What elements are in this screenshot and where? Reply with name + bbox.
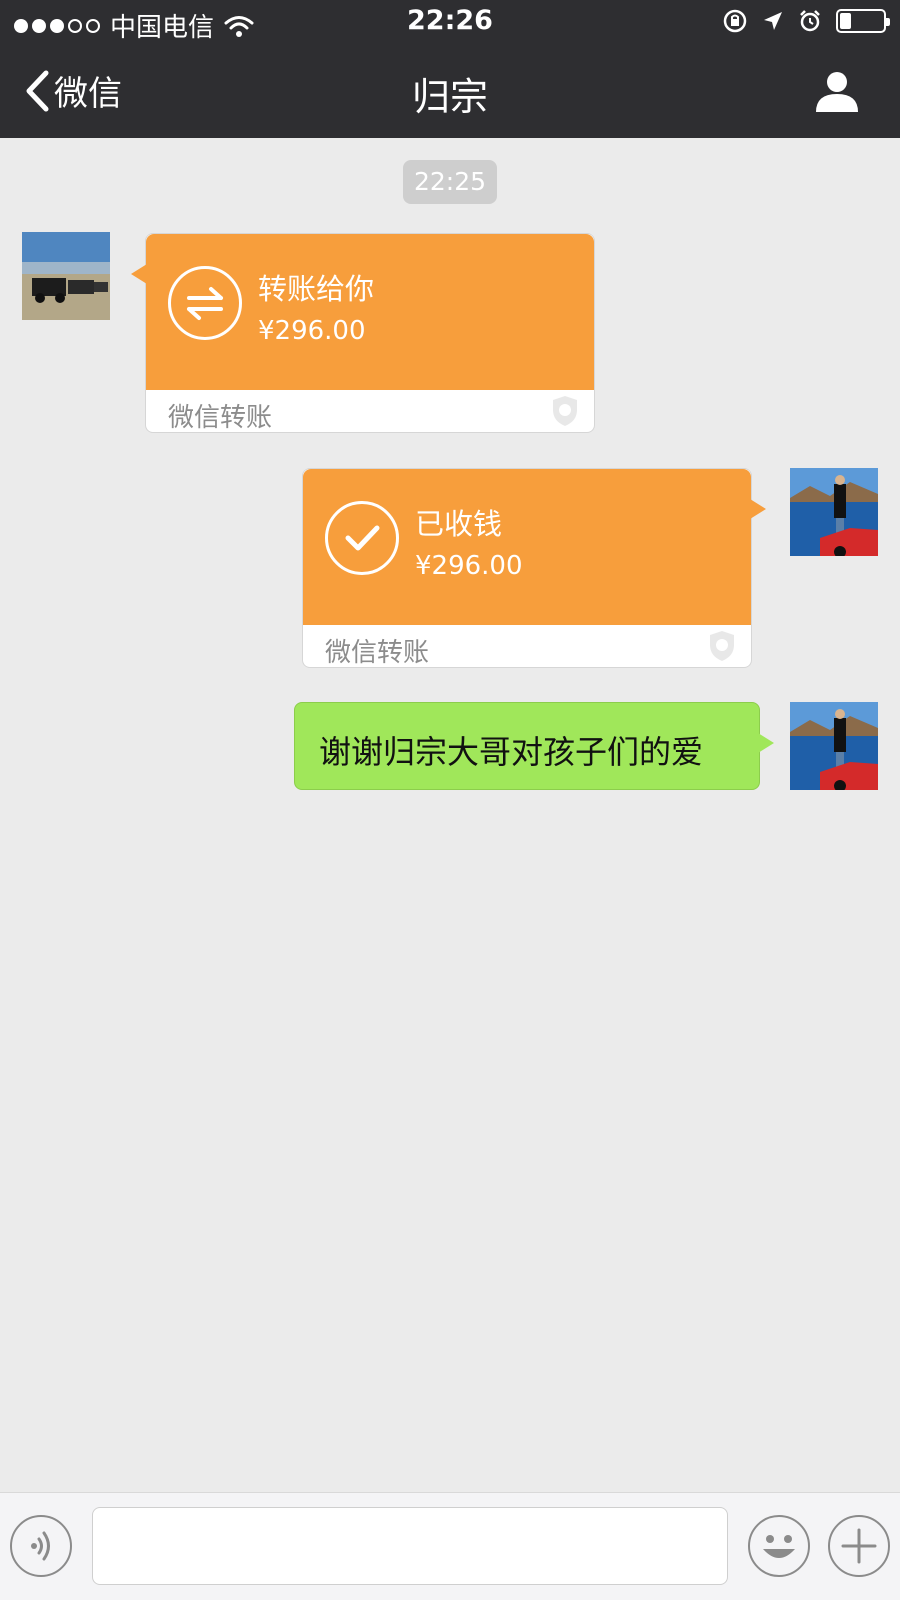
avatar-lake-image [790, 468, 878, 556]
avatar-self[interactable] [790, 702, 878, 790]
battery-level [840, 13, 851, 29]
bubble-tail [750, 499, 766, 519]
bubble-tail [131, 264, 147, 284]
emoji-button[interactable] [748, 1515, 810, 1577]
avatar-contact[interactable] [22, 232, 110, 320]
nav-bar: 微信 归宗 [0, 44, 900, 138]
transfer-card-accepted[interactable]: 已收钱 ¥296.00 微信转账 [302, 468, 766, 668]
shield-icon [710, 631, 734, 661]
avatar-self[interactable] [790, 468, 878, 556]
battery-icon [836, 9, 890, 33]
plus-icon [841, 1528, 877, 1564]
transfer-title: 转账给你 [258, 272, 375, 306]
transfer-card-header: 转账给你 ¥296.00 [146, 234, 594, 390]
alarm-icon [800, 10, 820, 32]
chat-title: 归宗 [411, 75, 488, 119]
person-icon[interactable] [814, 68, 860, 114]
location-arrow-icon [764, 12, 782, 30]
status-right [722, 8, 890, 34]
transfer-footer: 微信转账 [325, 638, 430, 668]
checkmark-icon [325, 501, 399, 575]
status-bar: 中国电信 22:26 [0, 0, 900, 44]
input-bar [0, 1492, 900, 1600]
rotation-lock-icon [723, 9, 747, 33]
avatar-jeep-image [22, 232, 110, 320]
transfer-footer: 微信转账 [168, 403, 273, 433]
text-message-bubble[interactable]: 谢谢归宗大哥对孩子们的爱 [294, 702, 774, 790]
message-text: 谢谢归宗大哥对孩子们的爱 [319, 733, 704, 771]
transfer-amount: ¥296.00 [415, 551, 523, 581]
transfer-title: 已收钱 [415, 507, 503, 541]
transfer-amount: ¥296.00 [258, 316, 366, 346]
voice-icon [31, 1531, 50, 1561]
message-input[interactable] [92, 1507, 728, 1585]
transfer-card-received[interactable]: 转账给你 ¥296.00 微信转账 [131, 233, 595, 433]
shield-icon [553, 396, 577, 426]
avatar-lake-image [790, 702, 878, 790]
voice-button[interactable] [10, 1515, 72, 1577]
plus-button[interactable] [828, 1515, 890, 1577]
chat-timestamp: 22:25 [403, 160, 497, 204]
transfer-card-header: 已收钱 ¥296.00 [303, 469, 751, 625]
bubble-tail [758, 733, 774, 753]
transfer-arrows-icon [168, 266, 242, 340]
emoji-icon [763, 1535, 795, 1558]
